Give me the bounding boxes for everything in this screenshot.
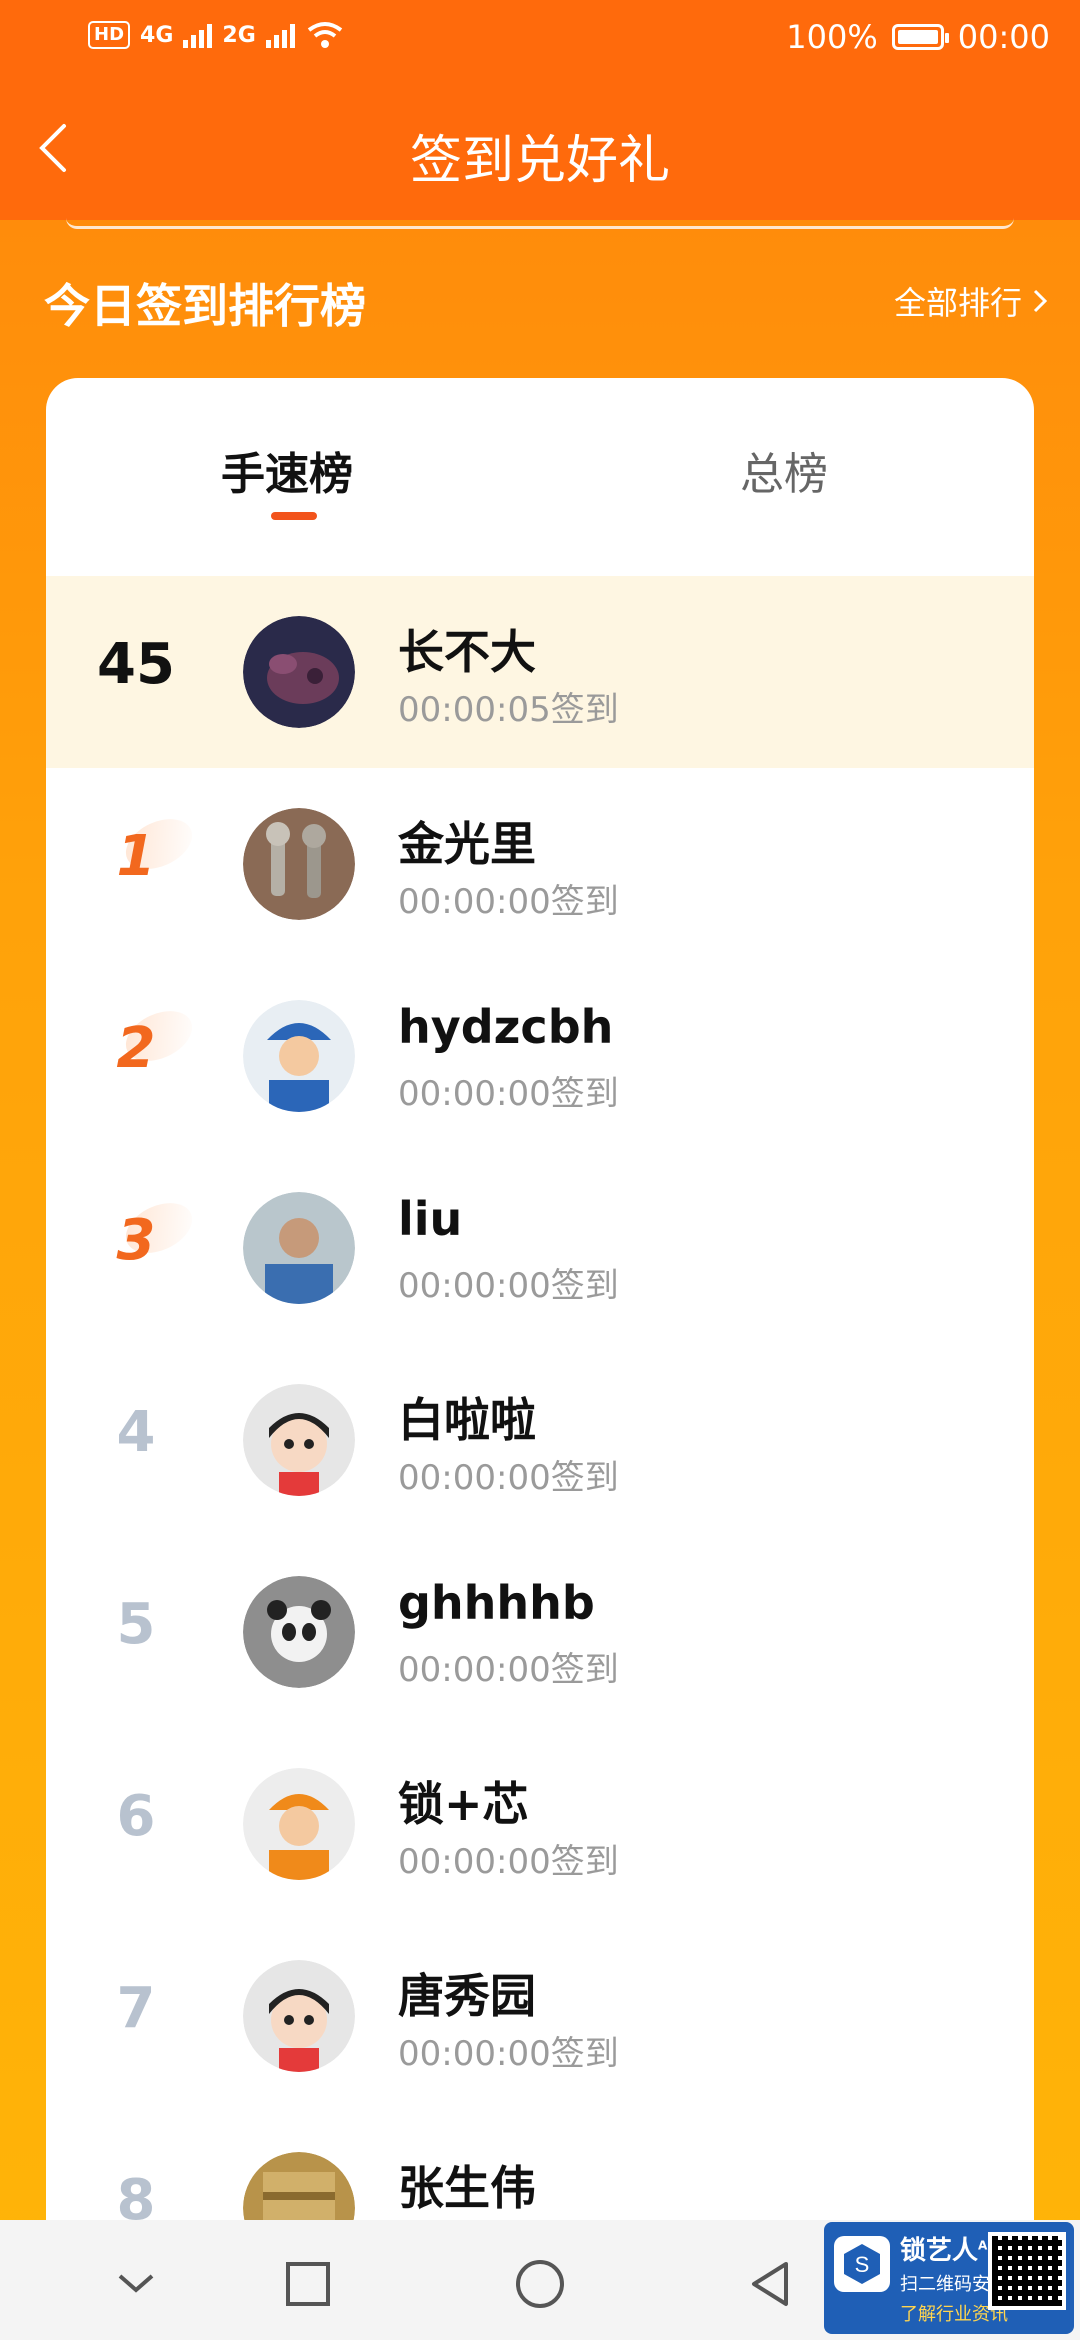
rank-number: 7 xyxy=(116,1976,156,2041)
rank-number: 3 xyxy=(116,1208,156,1273)
avatar xyxy=(243,1576,355,1688)
rank-row[interactable]: 1 金光里 00:00:00签到 xyxy=(46,768,1034,960)
avatar xyxy=(243,1768,355,1880)
signin-time: 00:00:00签到 xyxy=(398,1266,619,1306)
user-name: 白啦啦 xyxy=(398,1393,536,1447)
avatar xyxy=(243,1384,355,1496)
rank-number: 1 xyxy=(116,824,156,889)
signin-time: 00:00:00签到 xyxy=(398,2034,619,2074)
avatar xyxy=(243,1192,355,1304)
rank-row[interactable]: 3 liu 00:00:00签到 xyxy=(46,1152,1034,1344)
user-name: 锁+芯 xyxy=(398,1777,529,1831)
sim1-label: 4G xyxy=(140,22,174,48)
active-tab-indicator xyxy=(271,512,317,520)
rank-row[interactable]: 4 白啦啦 00:00:00签到 xyxy=(46,1344,1034,1536)
status-right: 100% 00:00 xyxy=(786,18,1050,56)
home-icon[interactable] xyxy=(510,2254,570,2314)
rank-row[interactable]: 2 hydzcbh 00:00:00签到 xyxy=(46,960,1034,1152)
rank-row[interactable]: 5 ghhhhb 00:00:00签到 xyxy=(46,1536,1034,1728)
rank-number: 5 xyxy=(116,1592,156,1657)
rank-row[interactable]: 7 唐秀园 00:00:00签到 xyxy=(46,1920,1034,2112)
signin-time: 00:00:00签到 xyxy=(398,882,619,922)
recent-apps-icon[interactable] xyxy=(278,2254,338,2314)
section-title: 今日签到排行榜 xyxy=(44,279,366,333)
tab-total-rank[interactable]: 总榜 xyxy=(740,438,828,502)
user-name: 金光里 xyxy=(398,817,536,871)
battery-icon xyxy=(891,24,949,50)
avatar xyxy=(243,808,355,920)
back-icon[interactable] xyxy=(740,2254,800,2314)
signin-time: 00:00:00签到 xyxy=(398,1074,619,1114)
signin-time: 00:00:05签到 xyxy=(398,690,619,730)
sim2-label: 2G xyxy=(222,22,256,48)
rank-row[interactable]: 6 锁+芯 00:00:00签到 xyxy=(46,1728,1034,1920)
rank-number: 2 xyxy=(116,1016,156,1081)
user-name: hydzcbh xyxy=(398,1000,614,1054)
app-watermark: S 锁艺人APP 扫二维码安装 了解行业资讯 xyxy=(824,2222,1074,2334)
signin-time: 00:00:00签到 xyxy=(398,1458,619,1498)
wifi-icon xyxy=(307,22,342,48)
rank-number: 6 xyxy=(116,1784,156,1849)
chevron-right-icon xyxy=(1033,289,1048,313)
app-logo-icon: S xyxy=(834,2236,890,2292)
tab-speed-rank[interactable]: 手速榜 xyxy=(221,438,353,502)
all-rank-link[interactable]: 全部排行 xyxy=(894,278,1050,324)
user-name: liu xyxy=(398,1192,463,1246)
status-bar: HD 4G 2G 100% 00:00 xyxy=(0,0,1080,80)
header-divider xyxy=(66,218,1014,229)
svg-text:S: S xyxy=(855,2252,870,2277)
qr-code-icon xyxy=(988,2232,1066,2310)
user-name: 张生伟 xyxy=(398,2161,536,2215)
battery-percent: 100% xyxy=(786,18,878,56)
signal-icon xyxy=(183,22,213,48)
chevron-down-icon[interactable] xyxy=(106,2254,166,2314)
user-name: 唐秀园 xyxy=(398,1969,536,2023)
network-indicators: HD 4G 2G xyxy=(88,20,345,50)
rank-number: 4 xyxy=(116,1400,156,1465)
user-name: ghhhhb xyxy=(398,1576,595,1630)
avatar xyxy=(243,1000,355,1112)
signal-icon xyxy=(265,22,295,48)
my-rank-row[interactable]: 45 长不大 00:00:05签到 xyxy=(46,576,1034,768)
avatar xyxy=(243,1960,355,2072)
page-title: 签到兑好礼 xyxy=(409,131,670,191)
hd-badge: HD xyxy=(88,21,131,49)
user-name: 长不大 xyxy=(398,625,536,679)
all-rank-label: 全部排行 xyxy=(893,284,1022,322)
rank-number: 45 xyxy=(97,632,175,697)
app-header: 签到兑好礼 xyxy=(0,80,1080,220)
clock: 00:00 xyxy=(957,18,1050,56)
signin-time: 00:00:00签到 xyxy=(398,1650,619,1690)
signin-time: 00:00:00签到 xyxy=(398,1842,619,1882)
avatar xyxy=(243,616,355,728)
ranking-card: 手速榜 总榜 45 长不大 00:00:05签到 1 金光里 00:00:00签… xyxy=(46,378,1034,2340)
